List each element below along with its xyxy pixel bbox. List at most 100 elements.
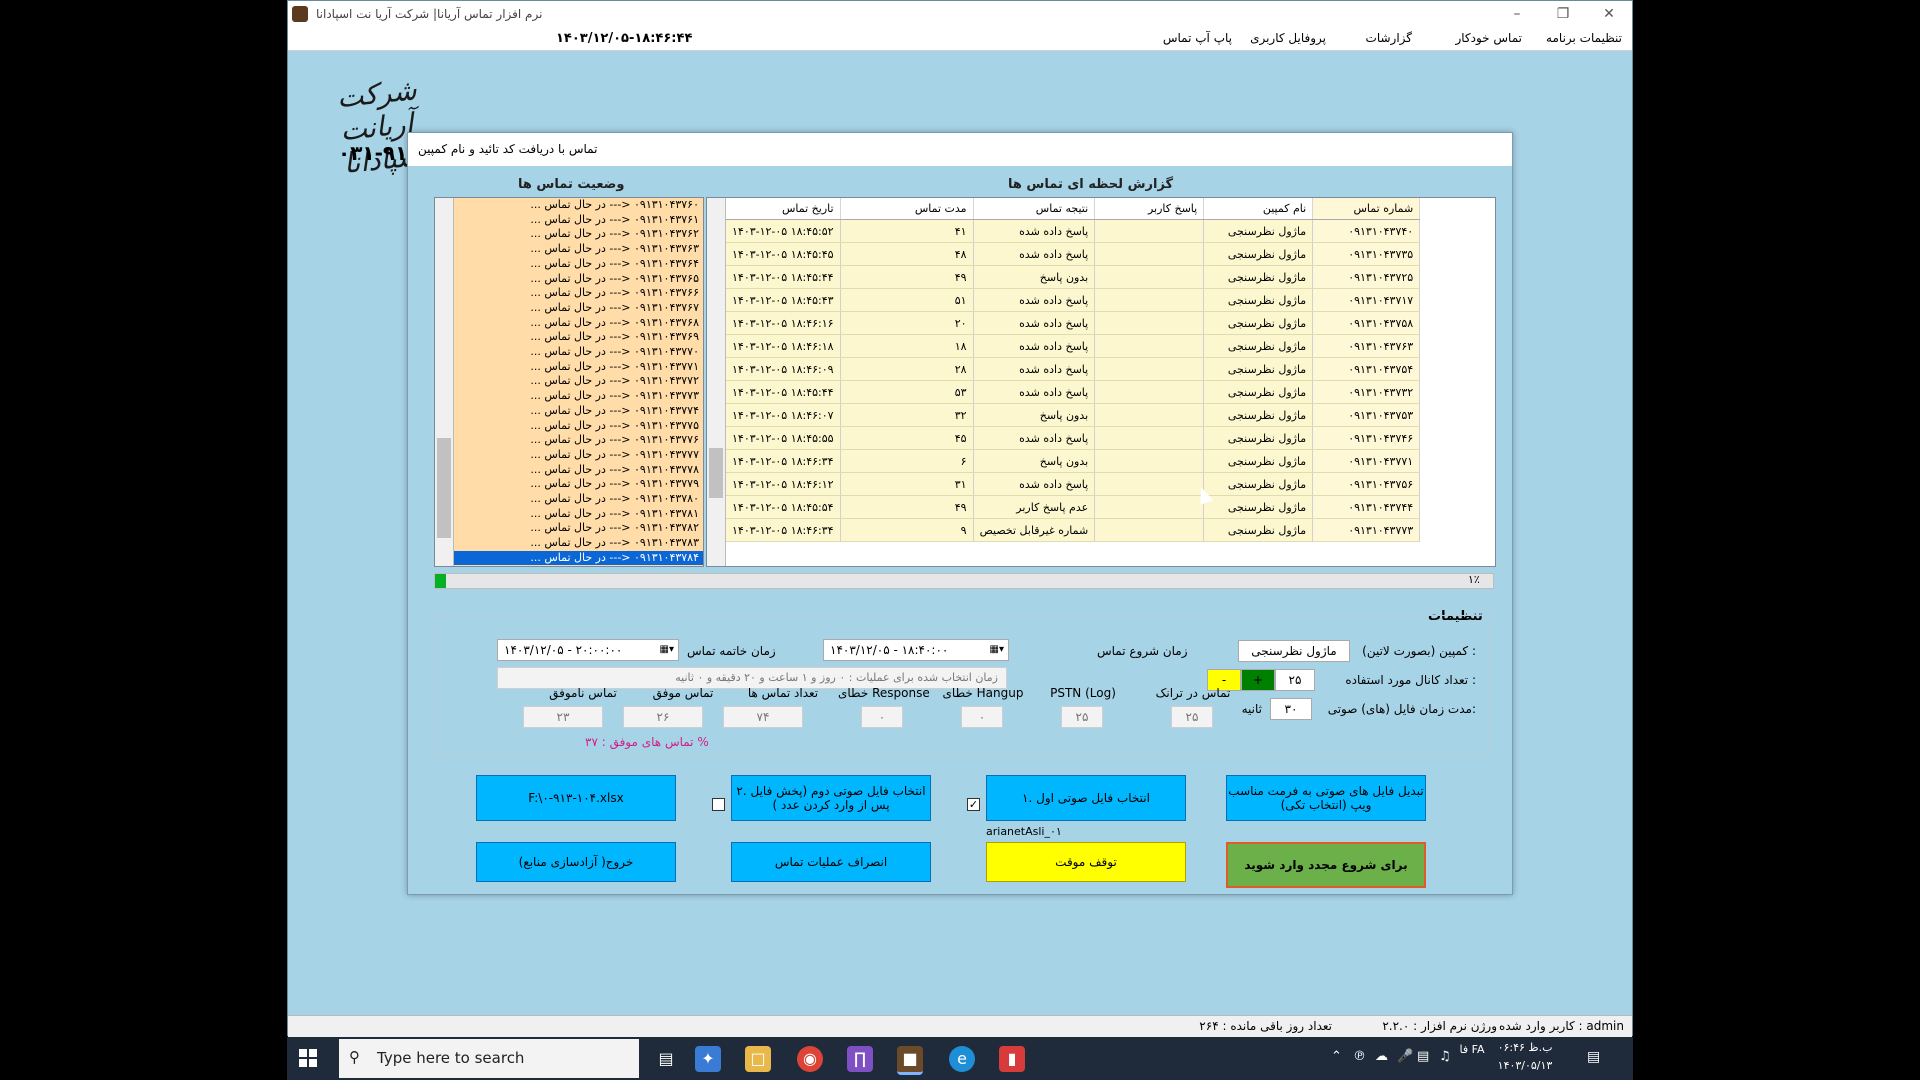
table-cell: پاسخ داده شده	[973, 472, 1096, 496]
table-row[interactable]: ۱۴۰۳-۱۲-۰۵ ۱۸:۴۵:۵۴ ۴۹ عدم پاسخ کاربر ماژول…	[726, 495, 1421, 519]
column-header[interactable]: شماره تماس	[1312, 198, 1421, 220]
status-list-item[interactable]: ۰۹۱۳۱۰۴۳۷۶۷ <--- در حال تماس ...	[454, 301, 703, 316]
start-time-picker[interactable]: ۱۴۰۳/۱۲/۰۵ - ۱۸:۴۰:۰۰ ▦▾	[823, 639, 1009, 661]
tray-bluetooth-icon[interactable]: ℗	[1353, 1049, 1366, 1064]
table-cell: ۱۴۰۳-۱۲-۰۵ ۱۸:۴۶:۳۴	[726, 518, 841, 542]
status-list-item[interactable]: ۰۹۱۳۱۰۴۳۷۶۸ <--- در حال تماس ...	[454, 316, 703, 331]
close-icon[interactable]: ✕	[1586, 1, 1632, 27]
calendar-dropdown-icon[interactable]: ▦▾	[990, 640, 1004, 660]
campaign-input[interactable]: ماژول نظرسنجی	[1238, 640, 1350, 662]
table-row[interactable]: ۱۴۰۳-۱۲-۰۵ ۱۸:۴۵:۵۲ ۴۱ پاسخ داده شده ماژول …	[726, 219, 1421, 243]
notification-icon[interactable]: ▤	[1587, 1049, 1600, 1065]
call-status-list[interactable]: ۰۹۱۳۱۰۴۳۷۶۰ <--- در حال تماس ... ۰۹۱۳۱۰۴۳…	[434, 197, 704, 567]
channels-input[interactable]: ۲۵	[1275, 669, 1315, 691]
status-list-item[interactable]: ۰۹۱۳۱۰۴۳۷۷۴ <--- در حال تماس ...	[454, 404, 703, 419]
calendar-dropdown-icon[interactable]: ▦▾	[660, 640, 674, 660]
cancel-calls-button[interactable]: انصراف عملیات تماس	[731, 842, 931, 882]
status-list-item[interactable]: ۰۹۱۳۱۰۴۳۷۶۵ <--- در حال تماس ...	[454, 272, 703, 287]
scrollbar-thumb[interactable]	[437, 438, 451, 538]
first-audio-button[interactable]: ۱. انتخاب فایل صوتی اول	[986, 775, 1186, 821]
status-list-item[interactable]: ۰۹۱۳۱۰۴۳۷۷۸ <--- در حال تماس ...	[454, 463, 703, 478]
first-audio-checkbox[interactable]: ✓	[967, 798, 980, 811]
status-list-item[interactable]: ۰۹۱۳۱۰۴۳۷۸۰ <--- در حال تماس ...	[454, 492, 703, 507]
grid-scrollbar[interactable]	[707, 198, 726, 566]
excel-file-button[interactable]: F:\۰-۹۱۳-۱۰۴.xlsx	[476, 775, 676, 821]
language-indicator[interactable]: فا FA	[1459, 1043, 1485, 1056]
status-list-item[interactable]: ۰۹۱۳۱۰۴۳۷۸۱ <--- در حال تماس ...	[454, 507, 703, 522]
onedrive-icon[interactable]: ☁	[1375, 1049, 1388, 1064]
status-list-item[interactable]: ۰۹۱۳۱۰۴۳۷۸۲ <--- در حال تماس ...	[454, 521, 703, 536]
status-list-item[interactable]: ۰۹۱۳۱۰۴۳۷۷۷ <--- در حال تماس ...	[454, 448, 703, 463]
chrome-icon[interactable]: ◉	[797, 1046, 823, 1072]
status-list-item[interactable]: ۰۹۱۳۱۰۴۳۷۷۳ <--- در حال تماس ...	[454, 389, 703, 404]
taskbar-time[interactable]: ۰۶:۴۶ ب.ظ	[1493, 1041, 1557, 1054]
table-cell	[1094, 403, 1205, 427]
status-list-item[interactable]: ۰۹۱۳۱۰۴۳۷۸۴ <--- در حال تماس ...	[454, 550, 703, 566]
file-explorer-icon[interactable]: □	[745, 1046, 771, 1072]
table-row[interactable]: ۱۴۰۳-۱۲-۰۵ ۱۸:۴۵:۵۵ ۴۵ پاسخ داده شده ماژول …	[726, 426, 1421, 450]
taskbar-search[interactable]: ⚲ Type here to search	[339, 1039, 639, 1078]
microphone-icon[interactable]: 🎤	[1397, 1049, 1413, 1064]
table-row[interactable]: ۱۴۰۳-۱۲-۰۵ ۱۸:۴۵:۴۳ ۵۱ پاسخ داده شده ماژول …	[726, 288, 1421, 312]
status-list-item[interactable]: ۰۹۱۳۱۰۴۳۷۷۱ <--- در حال تماس ...	[454, 360, 703, 375]
status-list-item[interactable]: ۰۹۱۳۱۰۴۳۷۶۰ <--- در حال تماس ...	[454, 198, 703, 213]
table-row[interactable]: ۱۴۰۳-۱۲-۰۵ ۱۸:۴۶:۱۶ ۲۰ پاسخ داده شده ماژول …	[726, 311, 1421, 335]
presentation-app-icon[interactable]: ▮	[999, 1046, 1025, 1072]
status-list-item[interactable]: ۰۹۱۳۱۰۴۳۷۷۰ <--- در حال تماس ...	[454, 345, 703, 360]
column-header[interactable]: پاسخ کاربر	[1094, 198, 1205, 220]
call-report-grid[interactable]: تاریخ تماس مدت تماس نتیجه تماس پاسخ کاربر نا…	[706, 197, 1496, 567]
pause-button[interactable]: توقف موقت	[986, 842, 1186, 882]
status-list-item[interactable]: ۰۹۱۳۱۰۴۳۷۶۹ <--- در حال تماس ...	[454, 330, 703, 345]
status-list-item[interactable]: ۰۹۱۳۱۰۴۳۷۶۲ <--- در حال تماس ...	[454, 227, 703, 242]
status-list-item[interactable]: ۰۹۱۳۱۰۴۳۷۷۲ <--- در حال تماس ...	[454, 374, 703, 389]
column-header[interactable]: نام کمپین	[1203, 198, 1314, 220]
table-row[interactable]: ۱۴۰۳-۱۲-۰۵ ۱۸:۴۶:۳۴ ۶ بدون پاسخ ماژول نظرسن…	[726, 449, 1421, 473]
taskbar-date[interactable]: ۱۴۰۳/۰۵/۱۳	[1493, 1059, 1557, 1072]
table-row[interactable]: ۱۴۰۳-۱۲-۰۵ ۱۸:۴۵:۴۴ ۴۹ بدون پاسخ ماژول نظرس…	[726, 265, 1421, 289]
volume-icon[interactable]: ♫	[1439, 1049, 1451, 1064]
minimize-icon[interactable]: –	[1494, 1, 1540, 27]
task-view-icon[interactable]: ▤	[653, 1046, 679, 1072]
maximize-icon[interactable]: ❐	[1540, 1, 1586, 27]
scrollbar-thumb[interactable]	[709, 448, 723, 498]
column-header[interactable]: نتیجه تماس	[973, 198, 1096, 220]
status-list-item[interactable]: ۰۹۱۳۱۰۴۳۷۷۵ <--- در حال تماس ...	[454, 419, 703, 434]
status-list-item[interactable]: ۰۹۱۳۱۰۴۳۷۷۹ <--- در حال تماس ...	[454, 477, 703, 492]
table-row[interactable]: ۱۴۰۳-۱۲-۰۵ ۱۸:۴۶:۰۷ ۳۲ بدون پاسخ ماژول نظرس…	[726, 403, 1421, 427]
edge-icon[interactable]: e	[949, 1046, 975, 1072]
audio-length-input[interactable]: ۳۰	[1270, 698, 1312, 720]
menu-settings[interactable]: تنظیمات برنامه	[1546, 31, 1622, 45]
tray-chevron-icon[interactable]: ⌃	[1331, 1049, 1342, 1064]
app-taskbar-icon[interactable]: ■	[897, 1046, 923, 1075]
table-row[interactable]: ۱۴۰۳-۱۲-۰۵ ۱۸:۴۶:۰۹ ۲۸ پاسخ داده شده ماژول …	[726, 357, 1421, 381]
visual-studio-icon[interactable]: ∏	[847, 1046, 873, 1072]
network-icon[interactable]: ▤	[1417, 1049, 1429, 1064]
status-list-item[interactable]: ۰۹۱۳۱۰۴۳۷۶۱ <--- در حال تماس ...	[454, 213, 703, 228]
status-list-item[interactable]: ۰۹۱۳۱۰۴۳۷۷۶ <--- در حال تماس ...	[454, 433, 703, 448]
status-list-item[interactable]: ۰۹۱۳۱۰۴۳۷۶۳ <--- در حال تماس ...	[454, 242, 703, 257]
table-row[interactable]: ۱۴۰۳-۱۲-۰۵ ۱۸:۴۵:۴۴ ۵۳ پاسخ داده شده ماژول …	[726, 380, 1421, 404]
table-row[interactable]: ۱۴۰۳-۱۲-۰۵ ۱۸:۴۶:۱۸ ۱۸ پاسخ داده شده ماژول …	[726, 334, 1421, 358]
column-header[interactable]: مدت تماس	[840, 198, 974, 220]
menu-reports[interactable]: گزارشات	[1366, 31, 1412, 45]
second-audio-button[interactable]: ۲. انتخاب فایل صوتی دوم (پخش فایل پس از …	[731, 775, 931, 821]
convert-audio-button[interactable]: تبدیل فایل های صوتی به فرمت مناسب ویپ (ا…	[1226, 775, 1426, 821]
column-header[interactable]: تاریخ تماس	[726, 198, 841, 220]
status-list-item[interactable]: ۰۹۱۳۱۰۴۳۷۶۴ <--- در حال تماس ...	[454, 257, 703, 272]
menu-popup-call[interactable]: پاپ آپ تماس	[1163, 31, 1232, 45]
status-list-scrollbar[interactable]	[435, 198, 454, 566]
exit-button[interactable]: خروج( آزادسازی منابع)	[476, 842, 676, 882]
status-list-item[interactable]: ۰۹۱۳۱۰۴۳۷۶۶ <--- در حال تماس ...	[454, 286, 703, 301]
table-row[interactable]: ۱۴۰۳-۱۲-۰۵ ۱۸:۴۵:۴۵ ۴۸ پاسخ داده شده ماژول …	[726, 242, 1421, 266]
windows-start-icon[interactable]	[299, 1049, 317, 1067]
table-row[interactable]: ۱۴۰۳-۱۲-۰۵ ۱۸:۴۶:۳۴ ۹ شماره غیرقابل تخصیص م…	[726, 518, 1421, 542]
menu-auto-call[interactable]: تماس خودکار	[1455, 31, 1522, 45]
status-list-item[interactable]: ۰۹۱۳۱۰۴۳۷۸۳ <--- در حال تماس ...	[454, 536, 703, 551]
menu-user-profile[interactable]: پروفایل کاربری	[1250, 31, 1326, 45]
end-time-picker[interactable]: ۱۴۰۳/۱۲/۰۵ - ۲۰:۰۰:۰۰ ▦▾	[497, 639, 679, 661]
table-row[interactable]: ۱۴۰۳-۱۲-۰۵ ۱۸:۴۶:۱۲ ۳۱ پاسخ داده شده ماژول …	[726, 472, 1421, 496]
copilot-icon[interactable]: ✦	[695, 1046, 721, 1072]
restart-button[interactable]: برای شروع مجدد وارد شوید	[1226, 842, 1426, 888]
plus-button[interactable]: +	[1241, 669, 1275, 691]
second-audio-checkbox[interactable]	[712, 798, 725, 811]
